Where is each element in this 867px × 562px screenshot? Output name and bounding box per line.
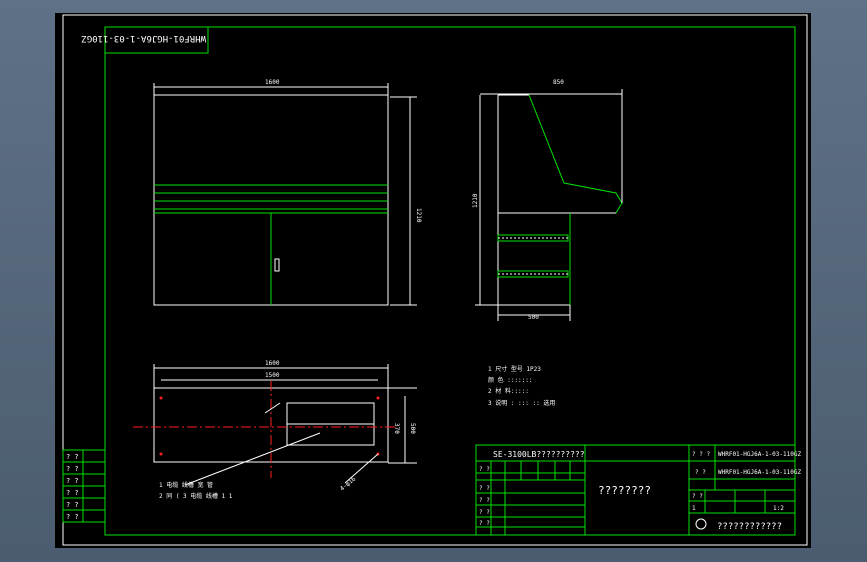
svg-text:? ?: ? ? (66, 465, 79, 473)
door-handle (274, 258, 280, 272)
svg-text:? ?: ? ? (479, 520, 490, 527)
stamp-code: WHRF01-HGJ6A-1-03-110GZ (81, 33, 206, 43)
front-width-dim: 1600 (265, 79, 280, 86)
svg-text:? ?: ? ? (692, 493, 703, 500)
title-block: SE-3100LB?????????? ???????? WHRF01-HGJ6… (475, 444, 801, 536)
plan-view: 1600 1500 500 370 4-φ16 (133, 360, 417, 493)
note-4: 3 说明 : ::: :: 选用 (488, 399, 555, 407)
svg-text:? ?: ? ? (66, 489, 79, 497)
sheet-number: 1 (692, 505, 696, 512)
left-revision-table: ? ? ? ? ? ? ? ? ? ? ? ? (62, 449, 106, 523)
svg-text:? ?: ? ? (479, 485, 490, 492)
svg-text:? ?: ? ? (479, 466, 490, 473)
svg-text:? ?: ? ? (66, 453, 79, 461)
plan-inner-depth-dim: 370 (393, 423, 400, 434)
side-base-dim: 500 (528, 314, 539, 321)
front-view: 1600 1210 (153, 79, 422, 306)
company-name: ???????????? (717, 522, 782, 532)
callout-1: 1 电缆 线槽 宽 管 (159, 481, 213, 489)
inner-frame (104, 26, 796, 536)
svg-text:? ?: ? ? (479, 497, 490, 504)
svg-text:? ?: ? ? (695, 469, 706, 476)
note-2: 颜 色 ::::::: (488, 376, 533, 384)
logo-icon (695, 518, 707, 530)
scale: 1:2 (773, 505, 784, 512)
side-view: 850 1210 500 (472, 79, 623, 321)
drawing-sheet: WHRF01-HGJ6A-1-03-110GZ 1600 1210 850 12… (55, 13, 811, 548)
note-3: 2 材 料::::: (488, 387, 529, 395)
svg-text:? ?: ? ? (66, 477, 79, 485)
side-height-dim: 1210 (472, 193, 479, 208)
svg-text:? ?: ? ? (66, 501, 79, 509)
callout-2: 2 同 ( 3 电缆 线槽 1 1 (159, 492, 233, 500)
note-1: 1 尺寸 型号 1P23 (488, 365, 541, 373)
drawing-no-1: WHRF01-HGJ6A-1-03-110GZ (718, 451, 801, 458)
side-depth-dim: 850 (553, 79, 564, 86)
svg-text:? ?: ? ? (479, 509, 490, 516)
svg-text:? ?: ? ? (66, 513, 79, 521)
project-title: SE-3100LB?????????? (493, 450, 585, 459)
plan-inner-dim: 1500 (265, 372, 280, 379)
cad-drawing: WHRF01-HGJ6A-1-03-110GZ 1600 1210 850 12… (62, 14, 808, 546)
svg-text:? ? ?: ? ? ? (692, 451, 710, 458)
plan-outer-dim: 1600 (265, 360, 280, 367)
plan-depth-dim: 500 (409, 423, 416, 434)
drawing-name: ???????? (598, 484, 651, 497)
front-height-dim: 1210 (415, 208, 422, 223)
plan-hole-note: 4-φ16 (339, 475, 358, 492)
drawing-no-2: WHRF01-HGJ6A-1-03-110GZ (718, 469, 801, 476)
